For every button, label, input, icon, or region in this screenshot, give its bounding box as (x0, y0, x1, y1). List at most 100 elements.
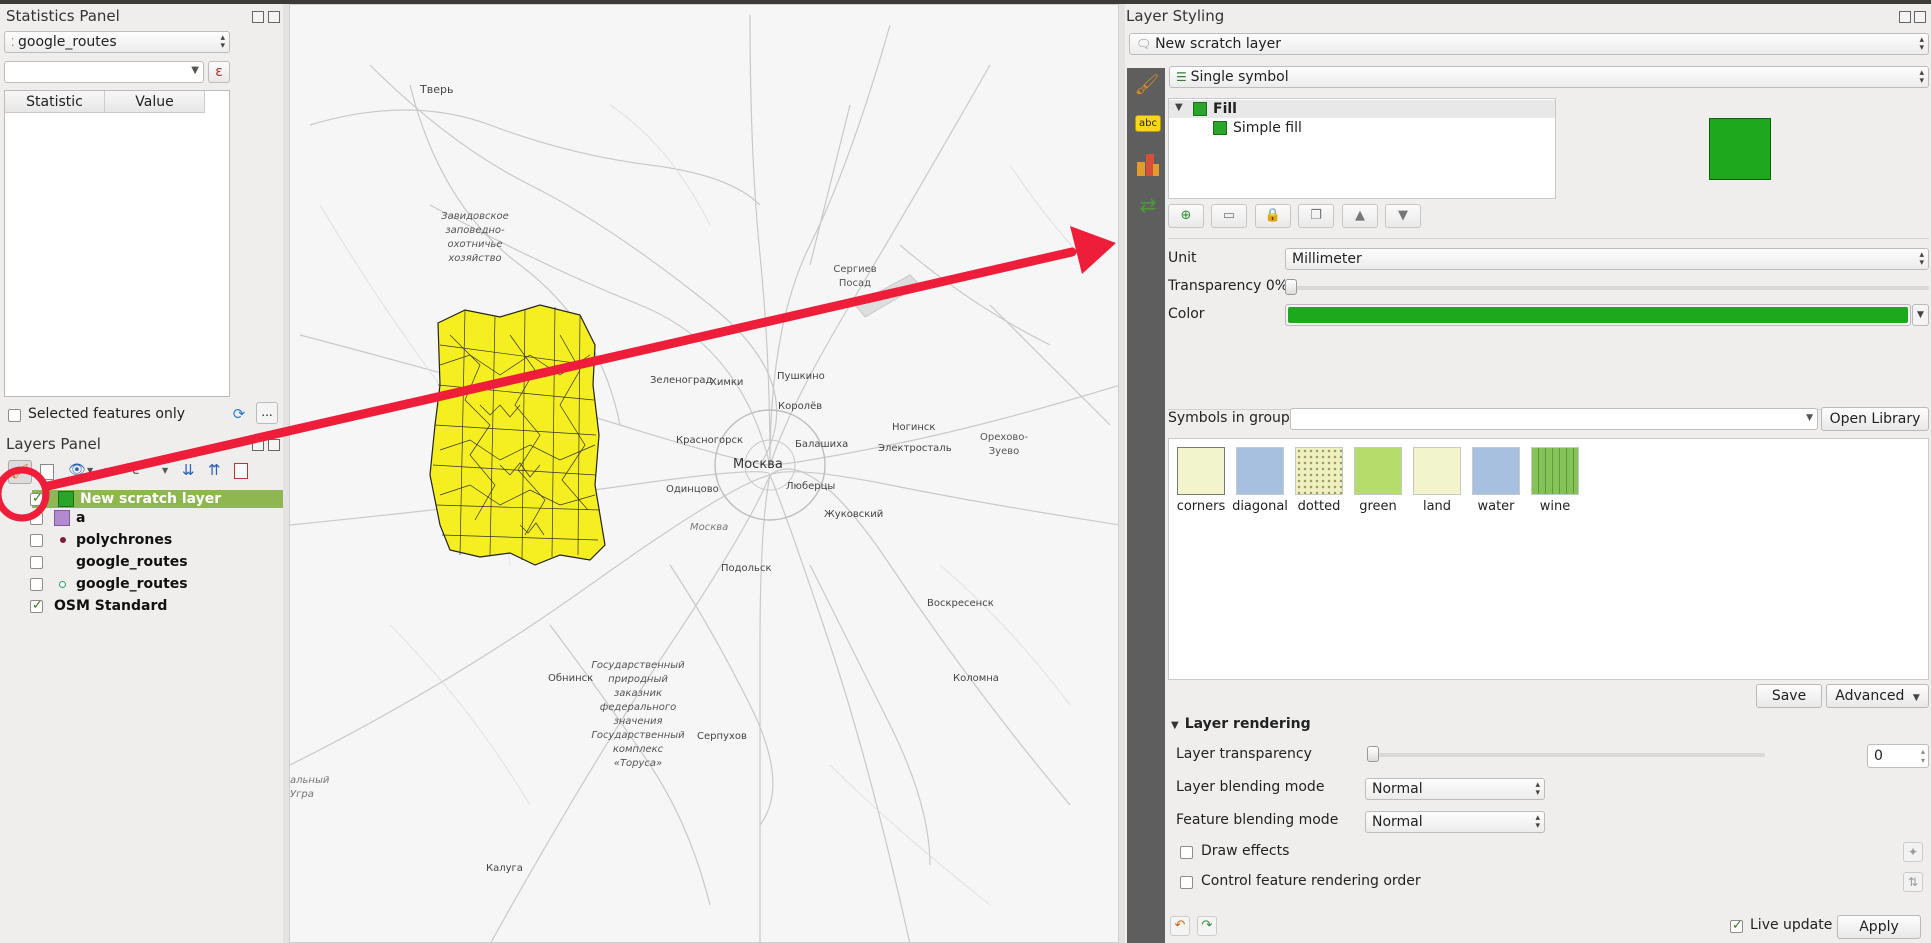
tree-row-fill[interactable]: ▼ Fill (1169, 100, 1555, 118)
layer-visibility-checkbox[interactable] (30, 556, 43, 569)
tab-diagrams-icon[interactable] (1133, 150, 1161, 178)
control-order-checkbox[interactable] (1180, 876, 1193, 889)
symbol-dotted[interactable] (1295, 447, 1343, 497)
draw-effects-checkbox[interactable] (1180, 846, 1193, 859)
layer-visibility-checkbox[interactable] (30, 578, 43, 591)
unit-combo[interactable]: Millimeter ▴ ▾ (1285, 248, 1929, 270)
layer-visibility-checkbox[interactable] (30, 512, 43, 525)
tree-row-simple-fill[interactable]: Simple fill (1169, 119, 1555, 137)
layer-visibility-checkbox[interactable] (30, 598, 43, 613)
collapse-arrow-icon: ▼ (1175, 102, 1183, 113)
styled-layer-combo[interactable]: 🗨 New scratch layer ▴ ▾ (1129, 33, 1929, 55)
tab-labels[interactable]: abc (1135, 115, 1161, 132)
symbol-label: land (1422, 499, 1452, 514)
lock-icon[interactable]: 🔒 (1255, 204, 1291, 228)
region-label: альный (290, 775, 330, 786)
style-manager-button[interactable]: 🖌 (8, 460, 32, 484)
expand-all-icon[interactable]: ⇊ (182, 461, 195, 479)
move-down-button[interactable]: ▼ (1385, 204, 1421, 228)
column-header-statistic[interactable]: Statistic (5, 91, 105, 113)
layer-name: OSM Standard (54, 598, 168, 614)
close-panel-icon[interactable] (268, 439, 280, 451)
layer-blending-combo[interactable]: Normal ▴ ▾ (1365, 778, 1545, 800)
undo-button[interactable]: ↶ (1170, 916, 1190, 936)
expression-button[interactable]: ε (208, 61, 230, 83)
close-panel-icon[interactable] (268, 11, 280, 23)
tab-history-icon[interactable]: ⇄ (1135, 192, 1161, 218)
layer-transparency-spinbox[interactable]: 0 ▴ ▾ (1867, 744, 1929, 768)
symbol-swatch (1413, 447, 1461, 495)
open-library-button[interactable]: Open Library (1821, 407, 1929, 431)
layer-name: google_routes (76, 554, 188, 570)
layer-row-polychrones[interactable]: polychrones (76, 531, 276, 549)
redo-button[interactable]: ↷ (1197, 916, 1217, 936)
symbol-land[interactable] (1413, 447, 1461, 497)
city-label: Серпухов (697, 731, 747, 742)
symbol-green[interactable] (1354, 447, 1402, 497)
layer-row-google-routes-2[interactable]: google_routes (76, 575, 276, 593)
layer-name: a (76, 510, 86, 526)
symbols-group-combo[interactable]: ▼ (1290, 408, 1818, 430)
statistics-layer-combo[interactable]: ⁚ google_routes ▴ ▾ (4, 31, 230, 53)
layer-row-new-scratch[interactable]: New scratch layer (32, 490, 283, 508)
renderer-combo[interactable]: ☰ Single symbol ▴ ▾ (1169, 66, 1929, 88)
symbol-corners[interactable] (1177, 447, 1225, 497)
layer-row-osm-standard[interactable]: OSM Standard (54, 597, 254, 615)
layer-visibility-checkbox[interactable] (30, 491, 43, 506)
draw-effects-label: Draw effects (1201, 843, 1290, 859)
order-settings-icon[interactable]: ⇅ (1903, 872, 1923, 892)
close-panel-icon[interactable] (1914, 11, 1926, 23)
collapse-all-icon[interactable]: ⇈ (208, 461, 221, 479)
combo-spin-icon: ▴ ▾ (1535, 813, 1540, 831)
symbol-swatch (1472, 447, 1520, 495)
add-symbol-layer-button[interactable]: ⊕ (1168, 204, 1204, 228)
layer-visibility-checkbox[interactable] (30, 534, 43, 547)
layer-rendering-toggle[interactable]: ▼ Layer rendering (1171, 716, 1311, 732)
map-canvas[interactable]: Тверь Завидовское заповедно-охотничье хо… (289, 4, 1119, 943)
more-button[interactable]: ... (256, 402, 278, 424)
live-update-checkbox[interactable] (1730, 918, 1743, 933)
float-panel-icon[interactable] (252, 11, 264, 23)
renderer-value: Single symbol (1190, 69, 1289, 85)
feature-blending-combo[interactable]: Normal ▴ ▾ (1365, 811, 1545, 833)
transparency-slider-track[interactable] (1287, 286, 1929, 290)
refresh-statistics-icon[interactable]: ⟳ (230, 405, 248, 423)
save-button[interactable]: Save (1756, 684, 1822, 708)
layer-rendering-label: Layer rendering (1184, 716, 1311, 732)
selected-features-only-checkbox[interactable] (8, 409, 21, 422)
chevron-down-icon[interactable]: ▼ (87, 466, 93, 475)
eye-icon[interactable]: 👁 (68, 462, 86, 478)
statistics-field-combo[interactable]: ▼ (4, 61, 204, 83)
duplicate-icon[interactable]: ❐ (1298, 204, 1334, 228)
color-dropdown-button[interactable]: ▼ (1912, 304, 1929, 326)
color-button[interactable] (1285, 304, 1911, 326)
float-panel-icon[interactable] (1899, 11, 1911, 23)
layer-row-a[interactable]: a (76, 509, 276, 527)
chevron-down-icon[interactable]: ▼ (162, 466, 168, 475)
add-group-icon[interactable] (40, 464, 54, 480)
move-up-button[interactable]: ▲ (1342, 204, 1378, 228)
city-label: Воскресенск (927, 598, 994, 609)
advanced-button[interactable]: Advanced ▼ (1826, 684, 1929, 708)
layer-row-google-routes[interactable]: google_routes (76, 553, 276, 571)
city-label: Пушкино (777, 371, 825, 382)
symbol-label: diagonal (1232, 499, 1288, 514)
layer-transparency-slider-handle[interactable] (1367, 746, 1379, 762)
transparency-slider-handle[interactable] (1285, 279, 1297, 295)
expression-filter-icon[interactable]: ε (132, 462, 140, 478)
apply-button[interactable]: Apply (1837, 915, 1921, 939)
symbol-wine[interactable] (1531, 447, 1579, 497)
symbol-water[interactable] (1472, 447, 1520, 497)
effects-settings-icon[interactable]: ✦ (1903, 842, 1923, 862)
layer-transparency-slider-track[interactable] (1369, 753, 1765, 757)
remove-symbol-layer-button[interactable]: ▭ (1211, 204, 1247, 228)
symbol-diagonal[interactable] (1236, 447, 1284, 497)
tab-symbology[interactable]: 🖌 (1133, 70, 1161, 98)
region-label: Москва (690, 522, 729, 533)
city-label: Химки (710, 377, 744, 388)
filter-icon[interactable]: ⏷ (104, 461, 117, 481)
float-panel-icon[interactable] (252, 439, 264, 451)
reserve-label: Государственный природный заказник федер… (591, 660, 685, 769)
column-header-value[interactable]: Value (105, 91, 205, 113)
remove-layer-icon[interactable] (234, 463, 248, 479)
